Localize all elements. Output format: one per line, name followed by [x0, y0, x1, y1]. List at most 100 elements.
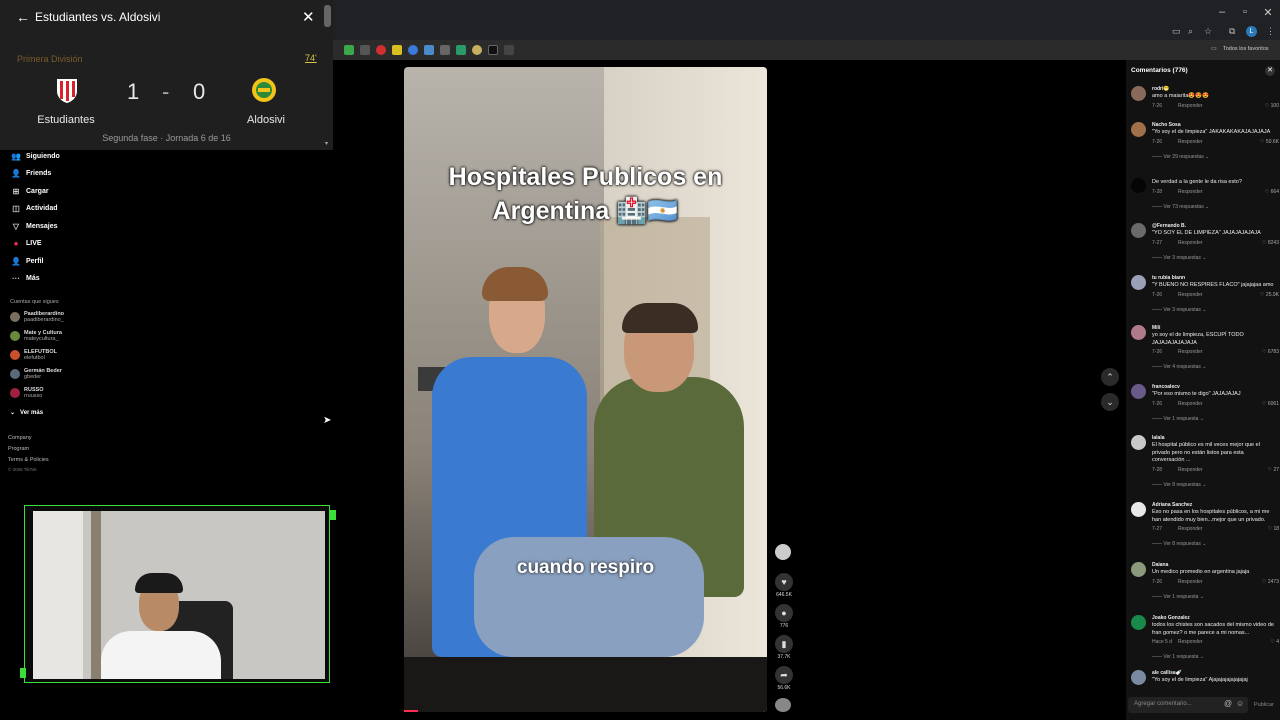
comment-username[interactable]: Joako Gonzalez — [1152, 615, 1190, 621]
view-replies-button[interactable]: —— Ver 3 respuestas ⌄ — [1152, 255, 1207, 261]
followed-account[interactable]: ELEFUTBOL elefutbol — [10, 349, 57, 361]
comment-like-button[interactable]: ♡ 50.6K — [1260, 139, 1279, 145]
reply-button[interactable]: Responder — [1178, 292, 1202, 298]
close-window-button[interactable]: ✕ — [1258, 6, 1278, 19]
bookmark-tiktok-icon[interactable] — [488, 45, 498, 55]
comment-username[interactable]: ale callisa🍼 — [1152, 670, 1182, 676]
see-more-button[interactable]: ⌄ Ver más — [10, 409, 43, 416]
comment-like-button[interactable]: ♡ 2473 — [1262, 579, 1279, 585]
next-video-button[interactable]: ⌄ — [1101, 393, 1119, 411]
reply-button[interactable]: Responder — [1178, 349, 1202, 355]
bookmark-blue-icon[interactable] — [408, 45, 418, 55]
reply-button[interactable]: Responder — [1178, 139, 1202, 145]
comment-like-button[interactable]: ♡ 664 — [1265, 189, 1279, 195]
comment-like-button[interactable]: ♡ 27 — [1268, 467, 1279, 473]
mention-icon[interactable]: @ — [1224, 699, 1232, 708]
comment-username[interactable]: Mili — [1152, 325, 1160, 331]
avatar[interactable] — [1131, 384, 1146, 399]
avatar[interactable] — [1131, 325, 1146, 340]
previous-video-button[interactable]: ⌃ — [1101, 368, 1119, 386]
sidebar-item-actividad[interactable]: ◫ Actividad — [10, 202, 57, 214]
music-disc-icon[interactable] — [775, 698, 791, 712]
sidebar-item-friends[interactable]: 👤 Friends — [10, 167, 51, 179]
comment-like-button[interactable]: ♡ 8243 — [1262, 240, 1279, 246]
followed-account[interactable]: Mate y Cultura mateycultura_ — [10, 330, 62, 342]
comment-username[interactable]: francoalecv — [1152, 384, 1180, 390]
comment-button[interactable]: ● 776 — [775, 604, 793, 629]
save-button[interactable]: ▮ 37.7K — [775, 635, 793, 660]
creator-avatar[interactable] — [775, 544, 791, 560]
reply-button[interactable]: Responder — [1178, 401, 1202, 407]
video-progress-bar[interactable] — [404, 710, 418, 712]
bookmark-grid-icon[interactable] — [440, 45, 450, 55]
like-button[interactable]: ♥ 646.5K — [775, 573, 793, 598]
reply-button[interactable]: Responder — [1178, 467, 1202, 473]
footer-program[interactable]: Program — [8, 446, 29, 452]
comment-username[interactable]: Adriana Sanchez — [1152, 502, 1192, 508]
minimize-button[interactable]: – — [1212, 6, 1232, 18]
comment-like-button[interactable]: ♡ 100 — [1265, 103, 1279, 109]
sidebar-item-siguiendo[interactable]: 👥 Siguiendo — [10, 150, 60, 162]
view-replies-button[interactable]: —— Ver 1 respuesta ⌄ — [1152, 594, 1204, 600]
reply-button[interactable]: Responder — [1178, 526, 1202, 532]
comment-username[interactable]: tu rubia biann — [1152, 275, 1185, 281]
back-arrow-icon[interactable]: ← — [16, 9, 30, 25]
scroll-down-icon[interactable]: ▾ — [325, 140, 328, 147]
bookmark-yellow-icon[interactable] — [392, 45, 402, 55]
favorites-folder-icon[interactable]: ▭ — [1211, 45, 1217, 52]
comment-username[interactable]: Nacho Sosa — [1152, 122, 1181, 128]
bookmark-star-icon[interactable]: ☆ — [1204, 26, 1212, 37]
all-favorites-link[interactable]: Todos los favoritos — [1223, 46, 1269, 52]
avatar[interactable] — [1131, 615, 1146, 630]
panel-scrollbar[interactable] — [324, 5, 331, 27]
sidebar-item-mensajes[interactable]: ▽ Mensajes — [10, 220, 58, 232]
comment-input[interactable]: Agregar comentario... @ ☺ — [1128, 697, 1248, 713]
view-replies-button[interactable]: —— Ver 73 respuestas ⌄ — [1152, 204, 1209, 210]
avatar[interactable] — [1131, 223, 1146, 238]
comment-username[interactable]: rodri😁 — [1152, 86, 1170, 92]
sidebar-item-cargar[interactable]: ⊞ Cargar — [10, 185, 49, 197]
view-replies-button[interactable]: —— Ver 1 respuesta ⌄ — [1152, 416, 1204, 422]
comment-username[interactable]: @Fernando B. — [1152, 223, 1186, 229]
view-replies-button[interactable]: —— Ver 3 respuestas ⌄ — [1152, 307, 1207, 313]
avatar[interactable] — [1131, 562, 1146, 577]
comment-like-button[interactable]: ♡ 6783 — [1262, 349, 1279, 355]
bookmark-dark-icon[interactable] — [504, 45, 514, 55]
share-button[interactable]: ➦ 56.6K — [775, 666, 793, 691]
restore-button[interactable]: ▫ — [1235, 6, 1255, 18]
cast-icon[interactable]: ▭ — [1172, 26, 1181, 37]
followed-account[interactable]: Paadiberardino paadiberardino_ — [10, 311, 64, 323]
view-replies-button[interactable]: —— Ver 4 respuestas ⌄ — [1152, 364, 1207, 370]
footer-company[interactable]: Company — [8, 435, 32, 441]
reply-button[interactable]: Responder — [1178, 639, 1202, 645]
view-replies-button[interactable]: —— Ver 29 respuestas ⌄ — [1152, 154, 1209, 160]
followed-account[interactable]: RUSSO rruusso — [10, 387, 44, 399]
match-minute[interactable]: 74' — [305, 53, 317, 63]
close-comments-icon[interactable]: ✕ — [1265, 66, 1275, 76]
followed-account[interactable]: Germán Beder gbeder — [10, 368, 62, 380]
view-replies-button[interactable]: —— Ver 1 respuesta ⌄ — [1152, 654, 1204, 660]
post-comment-button[interactable]: Publicar — [1254, 702, 1274, 708]
profile-avatar[interactable]: L — [1246, 26, 1257, 37]
avatar[interactable] — [1131, 178, 1146, 193]
avatar[interactable] — [1131, 275, 1146, 290]
avatar[interactable] — [1131, 435, 1146, 450]
avatar[interactable] — [1131, 670, 1146, 685]
view-replies-button[interactable]: —— Ver 8 respuestas ⌄ — [1152, 541, 1207, 547]
menu-kebab-icon[interactable]: ⋮ — [1266, 26, 1275, 37]
comment-like-button[interactable]: ♡ 25.9K — [1260, 292, 1279, 298]
reply-button[interactable]: Responder — [1178, 189, 1202, 195]
comment-username[interactable]: Daiana — [1152, 562, 1168, 568]
avatar[interactable] — [1131, 86, 1146, 101]
reply-button[interactable]: Responder — [1178, 240, 1202, 246]
bookmark-green-icon[interactable] — [456, 45, 466, 55]
footer-terms[interactable]: Terms & Policies — [8, 457, 49, 463]
comment-like-button[interactable]: ♡ 6061 — [1262, 401, 1279, 407]
comment-like-button[interactable]: ♡ 18 — [1268, 526, 1279, 532]
extensions-icon[interactable]: ⧉ — [1229, 26, 1235, 37]
bookmark-youtube-icon[interactable] — [376, 45, 386, 55]
sidebar-item-live[interactable]: ● LIVE — [10, 237, 42, 249]
close-icon[interactable]: ✕ — [302, 8, 315, 26]
bookmark-drive-icon[interactable] — [424, 45, 434, 55]
sidebar-item-más[interactable]: ··· Más — [10, 272, 40, 284]
